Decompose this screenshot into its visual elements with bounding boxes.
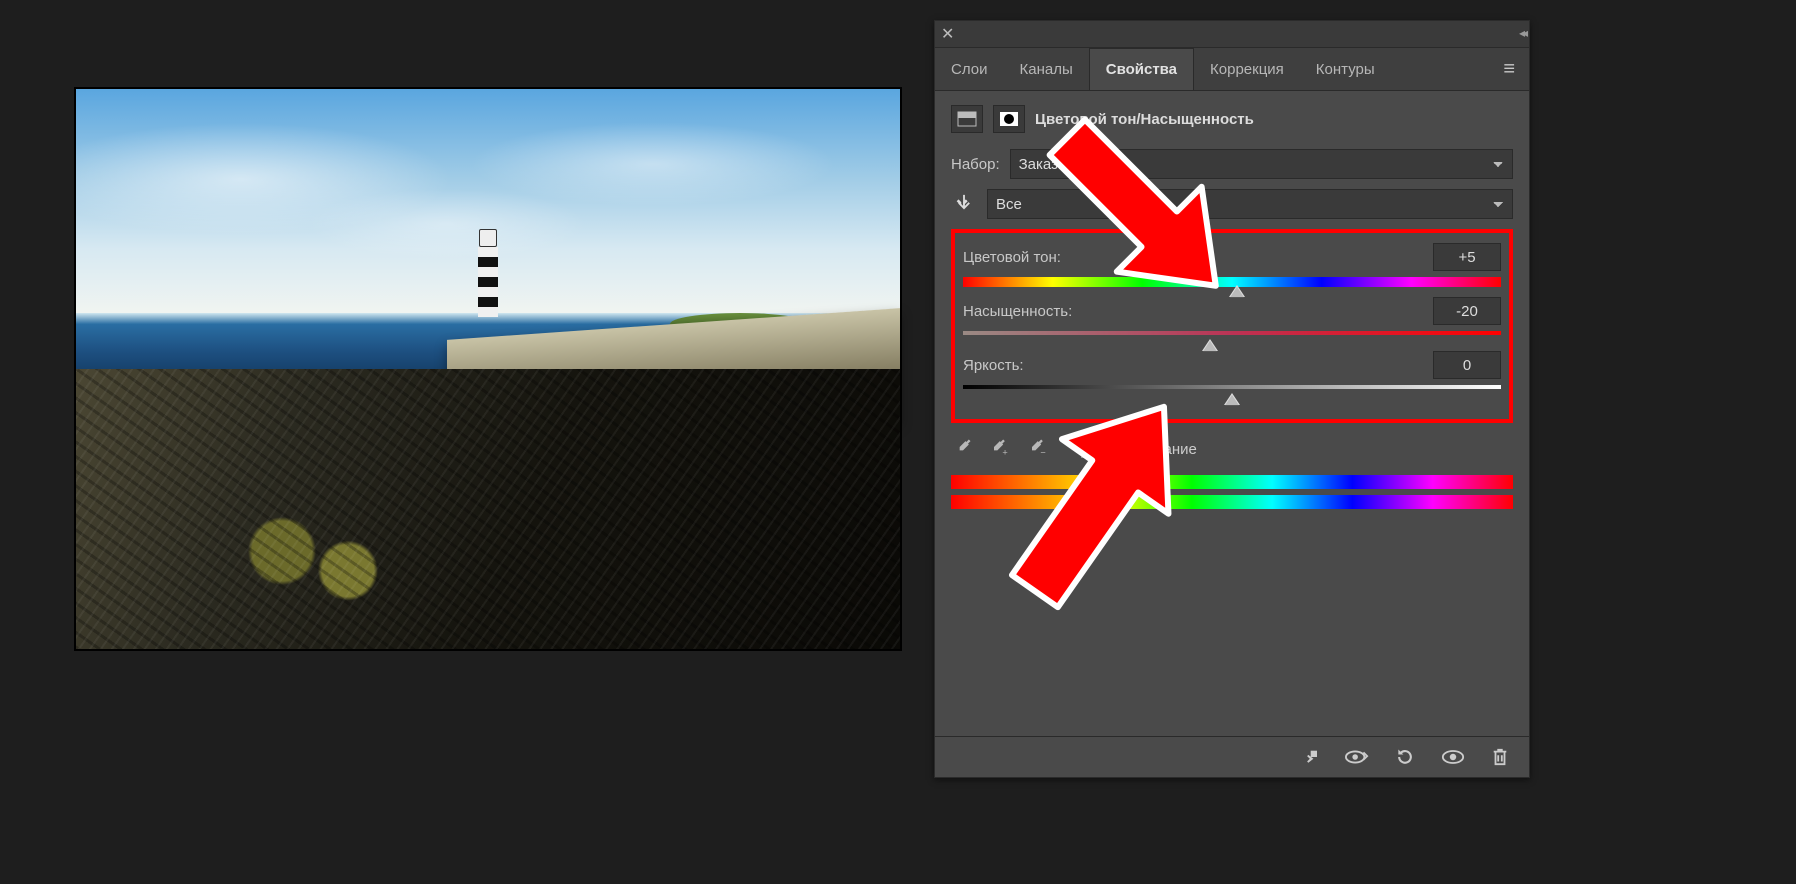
lighthouse [478, 229, 498, 319]
properties-panel: ✕ ◂◂ Слои Каналы Свойства Коррекция Конт… [934, 20, 1530, 778]
saturation-slider[interactable] [963, 331, 1501, 341]
saturation-input[interactable] [1433, 297, 1501, 325]
panel-titlebar: ✕ ◂◂ [935, 21, 1529, 48]
color-spectra [951, 475, 1513, 509]
sliders-highlight-box: Цветовой тон: Насыщенность: Яркость: [951, 229, 1513, 423]
eyedropper-row: + − Тонирование [953, 437, 1513, 461]
svg-text:−: − [1040, 447, 1045, 457]
layer-mask-icon[interactable] [993, 105, 1025, 133]
lightness-input[interactable] [1433, 351, 1501, 379]
eyedropper-subtract-icon[interactable]: − [1025, 437, 1049, 461]
colorize-checkbox[interactable] [1081, 441, 1098, 458]
spectrum-top [951, 475, 1513, 489]
tab-channels[interactable]: Каналы [1003, 48, 1088, 90]
saturation-label: Насыщенность: [963, 303, 1072, 320]
lightness-label: Яркость: [963, 357, 1024, 374]
targeted-adjust-icon[interactable] [951, 193, 977, 215]
panel-body: Цветовой тон/Насыщенность Набор: Заказна… [935, 91, 1529, 525]
tab-properties[interactable]: Свойства [1089, 48, 1194, 90]
panel-footer [935, 736, 1529, 777]
expand-icon[interactable]: ◂◂ [1519, 26, 1525, 40]
clip-to-layer-icon[interactable] [1297, 748, 1319, 766]
eyedropper-icon[interactable] [953, 437, 973, 461]
tab-adjustments[interactable]: Коррекция [1194, 48, 1300, 90]
lightness-slider[interactable] [963, 385, 1501, 395]
panel-tabs: Слои Каналы Свойства Коррекция Контуры ≡ [935, 48, 1529, 91]
rocks-foreground [76, 369, 900, 649]
spectrum-bottom [951, 495, 1513, 509]
reset-icon[interactable] [1395, 747, 1415, 767]
adjustment-title: Цветовой тон/Насыщенность [1035, 111, 1254, 128]
hue-label: Цветовой тон: [963, 249, 1061, 266]
workspace: ✕ ◂◂ Слои Каналы Свойства Коррекция Конт… [0, 0, 1796, 884]
panel-menu-icon[interactable]: ≡ [1489, 48, 1529, 90]
document-canvas[interactable] [75, 88, 901, 650]
colorize-label: Тонирование [1106, 441, 1197, 458]
adjustment-thumb-icon[interactable] [951, 105, 983, 133]
range-row: Все [951, 189, 1513, 219]
range-select[interactable]: Все [987, 189, 1513, 219]
tab-layers[interactable]: Слои [935, 48, 1003, 90]
hue-input[interactable] [1433, 243, 1501, 271]
hue-slider[interactable] [963, 277, 1501, 287]
view-previous-icon[interactable] [1345, 748, 1369, 766]
preset-row: Набор: Заказная [951, 149, 1513, 179]
eyedropper-add-icon[interactable]: + [987, 437, 1011, 461]
close-icon[interactable]: ✕ [941, 24, 954, 44]
tab-paths[interactable]: Контуры [1300, 48, 1391, 90]
preset-label: Набор: [951, 156, 1000, 173]
preset-select[interactable]: Заказная [1010, 149, 1513, 179]
trash-icon[interactable] [1491, 747, 1509, 767]
svg-text:+: + [1002, 447, 1007, 457]
visibility-icon[interactable] [1441, 748, 1465, 766]
adjustment-header: Цветовой тон/Насыщенность [951, 105, 1513, 133]
